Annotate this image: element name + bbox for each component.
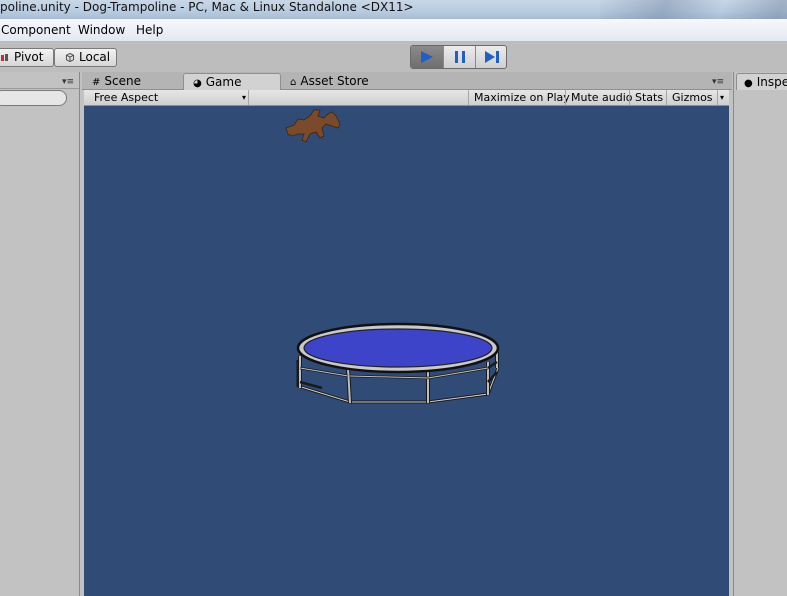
aspect-label: Free Aspect — [94, 91, 159, 104]
local-toggle-button[interactable]: Local — [54, 48, 117, 67]
tab-game[interactable]: ◕ Game — [183, 73, 281, 90]
stats-label: Stats — [635, 91, 664, 104]
dog-sprite — [285, 109, 341, 143]
menu-item-help[interactable]: Help — [136, 23, 163, 38]
dropdown-arrow-icon: ▾ — [716, 90, 724, 105]
menu-item-window[interactable]: Window — [78, 23, 125, 38]
mute-audio-label: Mute audio — [571, 91, 633, 104]
play-icon — [421, 51, 433, 63]
view-tabs: # Scene ◕ Game ⌂ Asset Store ▾≡ — [82, 72, 732, 90]
asset-store-icon: ⌂ — [290, 77, 297, 88]
hierarchy-panel: ▾≡ — [0, 72, 80, 596]
game-bar-spacer — [248, 90, 468, 105]
play-button[interactable] — [411, 46, 443, 68]
title-bar-glare — [600, 0, 787, 19]
hierarchy-search-input[interactable] — [0, 90, 67, 106]
window-title: poline.unity - Dog-Trampoline - PC, Mac … — [0, 0, 414, 14]
tab-inspector[interactable]: ● Inspe — [736, 73, 787, 90]
pivot-label: Pivot — [14, 50, 44, 64]
trampoline-sprite — [296, 322, 500, 404]
game-view-toolbar: Free Aspect ▾ Maximize on Play Mute audi… — [82, 90, 732, 106]
tab-scene[interactable]: # Scene — [90, 73, 141, 90]
mute-audio-toggle[interactable]: Mute audio — [565, 90, 633, 105]
window-title-bar: poline.unity - Dog-Trampoline - PC, Mac … — [0, 0, 787, 19]
maximize-on-play-label: Maximize on Play — [474, 91, 570, 104]
pause-button[interactable] — [443, 46, 475, 68]
gizmos-label: Gizmos — [672, 91, 713, 104]
game-scene — [285, 109, 500, 404]
menu-item-component[interactable]: Component — [1, 23, 71, 38]
panel-menu-icon[interactable]: ▾≡ — [62, 77, 74, 87]
local-label: Local — [79, 50, 111, 64]
tab-asset-store-label: Asset Store — [300, 74, 369, 88]
menu-bar: Component Window Help — [0, 19, 787, 42]
inspector-icon: ● — [744, 78, 753, 89]
aspect-dropdown[interactable]: Free Aspect ▾ — [88, 90, 248, 105]
pause-icon — [455, 51, 465, 63]
pivot-icon — [1, 54, 8, 61]
maximize-on-play-toggle[interactable]: Maximize on Play — [468, 90, 570, 105]
panel-menu-icon[interactable]: ▾≡ — [712, 77, 724, 87]
gizmos-dropdown[interactable]: Gizmos ▾ — [666, 90, 724, 105]
local-cube-icon — [65, 53, 75, 62]
inspector-panel: ● Inspe — [733, 72, 787, 596]
game-view[interactable] — [84, 106, 729, 596]
main-toolbar: Pivot Local — [0, 42, 787, 72]
pivot-toggle-button[interactable]: Pivot — [0, 48, 54, 67]
tab-inspector-label: Inspe — [756, 75, 787, 89]
playback-controls — [410, 45, 507, 69]
tab-asset-store[interactable]: ⌂ Asset Store — [281, 73, 369, 90]
tab-game-label: Game — [205, 75, 242, 89]
scene-grid-icon: # — [92, 77, 101, 88]
step-icon — [485, 51, 499, 63]
step-button[interactable] — [475, 46, 506, 68]
dropdown-arrow-icon: ▾ — [241, 93, 246, 102]
tab-scene-label: Scene — [104, 74, 141, 88]
stats-toggle[interactable]: Stats — [629, 90, 666, 105]
